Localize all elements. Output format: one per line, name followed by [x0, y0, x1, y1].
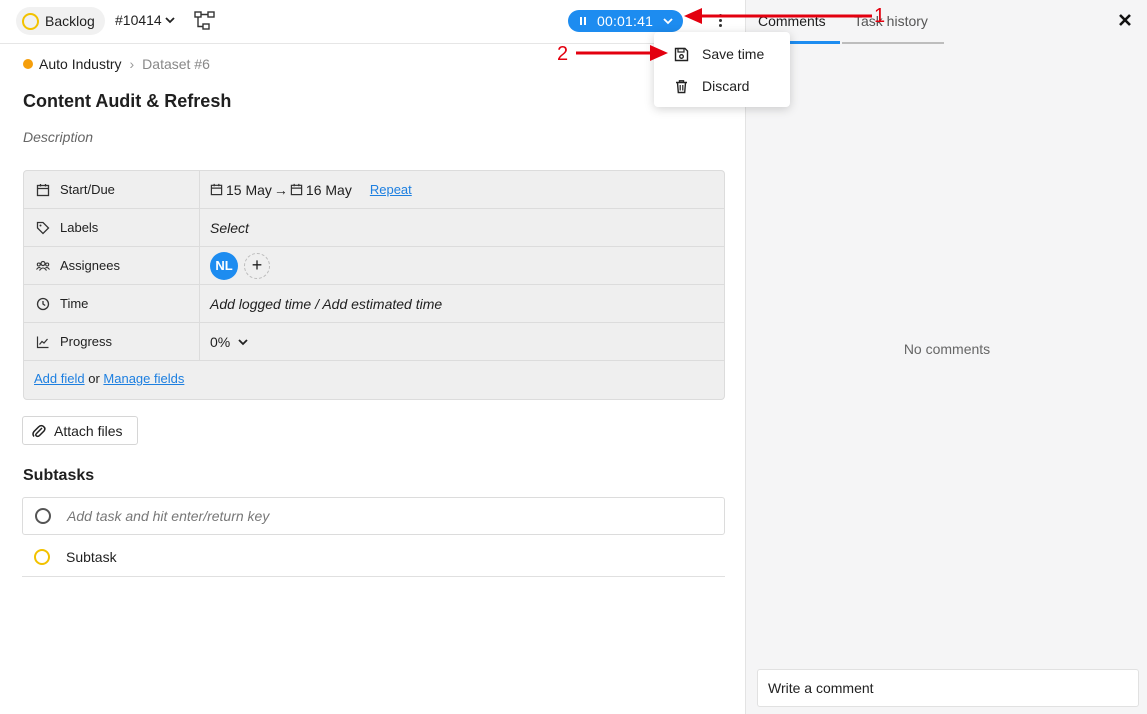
or-text: or [88, 371, 100, 386]
field-label-labels: Labels [24, 209, 200, 246]
labels-select[interactable]: Select [200, 209, 724, 246]
calendar-icon [290, 183, 303, 196]
progress-dropdown[interactable]: 0% [200, 323, 724, 360]
clock-icon [36, 297, 50, 310]
field-label-text: Labels [60, 220, 99, 235]
circle-icon [35, 508, 51, 524]
tab-task-history[interactable]: Task history [842, 13, 944, 44]
trash-icon [676, 79, 687, 93]
subtasks-heading: Subtasks [23, 467, 95, 484]
status-circle-icon [22, 12, 39, 30]
progress-value: 0% [210, 333, 231, 350]
pause-icon[interactable] [580, 17, 588, 25]
status-circle-icon[interactable] [34, 548, 50, 565]
breadcrumb-dataset[interactable]: Dataset #6 [142, 56, 210, 72]
chart-line-icon [36, 336, 49, 348]
hierarchy-icon[interactable] [194, 11, 216, 31]
breadcrumb: Auto Industry › Dataset #6 [23, 56, 210, 72]
avatar[interactable]: NL [210, 251, 238, 280]
description-field[interactable]: Description [23, 129, 93, 145]
field-label-progress: Progress [24, 323, 200, 360]
field-label-assignees: Assignees [24, 247, 200, 284]
chevron-down-icon [165, 17, 175, 24]
field-label-start-due: Start/Due [24, 171, 200, 208]
attach-files-label: Attach files [54, 422, 123, 439]
menu-item-discard[interactable]: Discard [654, 70, 790, 102]
task-detail-panel: Backlog #10414 00:01:41 Auto Industry › … [0, 0, 745, 714]
status-label: Backlog [45, 13, 95, 29]
status-button[interactable]: Backlog [16, 7, 105, 35]
field-row-time: Time Add logged time / Add estimated tim… [24, 285, 724, 323]
subtask-label: Subtask [66, 548, 117, 565]
fields-footer: Add field or Manage fields [34, 371, 184, 386]
chevron-right-icon: › [129, 56, 135, 72]
repeat-link[interactable]: Repeat [370, 182, 412, 197]
add-assignee-button[interactable]: + [244, 252, 270, 279]
side-tabs: Comments Task history [746, 0, 1147, 44]
chevron-down-icon [238, 338, 248, 345]
calendar-icon [36, 183, 50, 196]
annotation-label-2: 2 [557, 43, 569, 65]
chevron-down-icon[interactable] [663, 17, 673, 25]
task-title[interactable]: Content Audit & Refresh [23, 91, 231, 112]
paperclip-icon [32, 424, 46, 437]
calendar-icon [210, 183, 223, 196]
task-id-dropdown[interactable]: #10414 [115, 12, 175, 28]
field-row-start-due: Start/Due 15 May → 16 May Repeat [24, 171, 724, 209]
start-due-value[interactable]: 15 May → 16 May Repeat [200, 171, 724, 208]
timer-button[interactable]: 00:01:41 [568, 10, 683, 32]
users-icon [36, 260, 50, 271]
project-color-dot [23, 59, 33, 69]
comment-input[interactable]: Write a comment [757, 669, 1139, 707]
task-fields-table: Start/Due 15 May → 16 May Repeat Labels … [23, 170, 725, 400]
add-field-link[interactable]: Add field [34, 371, 85, 386]
arrow-right-icon: → [273, 181, 288, 198]
subtask-input[interactable]: Add task and hit enter/return key [22, 497, 725, 535]
save-icon [674, 47, 689, 61]
comments-panel: Comments Task history No comments Write … [745, 0, 1147, 714]
field-label-text: Time [60, 296, 89, 311]
timer-value: 00:01:41 [597, 13, 654, 29]
breadcrumb-project[interactable]: Auto Industry [39, 56, 122, 72]
field-label-text: Progress [60, 334, 113, 349]
menu-item-label: Discard [702, 78, 750, 94]
empty-comments-text: No comments [903, 341, 991, 357]
list-item[interactable]: Subtask [22, 537, 725, 577]
close-icon[interactable] [1118, 13, 1132, 27]
more-options-icon[interactable] [716, 14, 724, 30]
manage-fields-link[interactable]: Manage fields [103, 371, 184, 386]
assignees-value: NL + [200, 247, 724, 284]
due-date[interactable]: 16 May [306, 182, 352, 198]
timer-dropdown-menu: Save time Discard [654, 32, 790, 107]
start-date[interactable]: 15 May [226, 182, 272, 198]
subtask-input-placeholder: Add task and hit enter/return key [67, 508, 270, 524]
field-row-progress: Progress 0% [24, 323, 724, 361]
task-toolbar: Backlog #10414 00:01:41 [0, 0, 745, 44]
task-id-label: #10414 [115, 12, 162, 28]
field-row-assignees: Assignees NL + [24, 247, 724, 285]
field-label-text: Assignees [60, 258, 120, 273]
field-row-labels: Labels Select [24, 209, 724, 247]
attach-files-button[interactable]: Attach files [22, 416, 138, 445]
menu-item-label: Save time [702, 46, 765, 62]
time-value[interactable]: Add logged time / Add estimated time [200, 285, 724, 322]
tag-icon [36, 221, 50, 234]
menu-item-save-time[interactable]: Save time [654, 38, 790, 70]
field-label-text: Start/Due [60, 182, 115, 197]
annotation-label-1: 1 [874, 5, 886, 27]
field-label-time: Time [24, 285, 200, 322]
